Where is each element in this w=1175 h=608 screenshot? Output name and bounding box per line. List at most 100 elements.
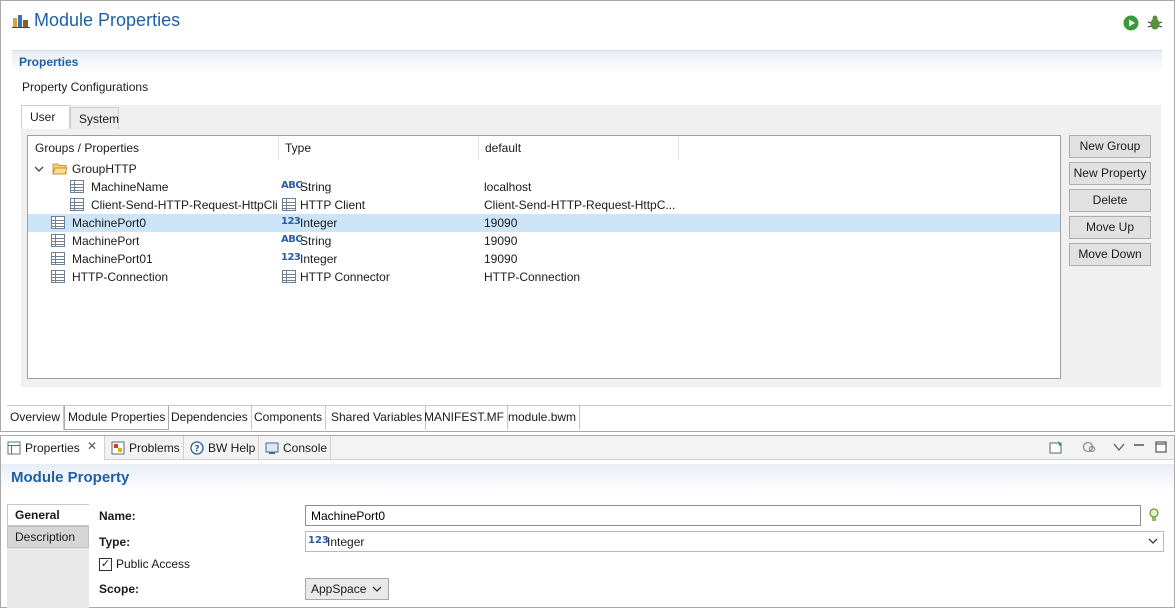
debug-icon[interactable] (1146, 14, 1164, 32)
tree-row-type: Integer (300, 252, 338, 266)
scope-label: Scope: (99, 582, 140, 596)
help-icon: ? (190, 441, 204, 455)
column-divider[interactable] (278, 136, 279, 160)
tab-description[interactable]: Description (7, 526, 89, 548)
tree-row-name: Client-Send-HTTP-Request-HttpCli (91, 198, 278, 212)
properties-section-header: Properties (12, 50, 1162, 74)
tab-general[interactable]: General (7, 504, 89, 526)
move-down-button[interactable]: Move Down (1069, 243, 1151, 266)
tree-row-type: HTTP Connector (300, 270, 390, 284)
view-tab-bar: Properties ✕ Problems ? BW Help Console (1, 436, 1174, 460)
move-up-button[interactable]: Move Up (1069, 216, 1151, 239)
tree-row-default: Client-Send-HTTP-Request-HttpC... (484, 198, 676, 212)
property-icon (70, 180, 84, 193)
tab-console[interactable]: Console (259, 436, 331, 460)
tab-user[interactable]: User (21, 105, 70, 129)
view-menu-icon[interactable] (1112, 440, 1126, 454)
page-title: Module Properties (34, 10, 181, 30)
tab-shared-variables[interactable]: Shared Variables (328, 406, 427, 430)
tab-problems[interactable]: Problems (105, 436, 184, 460)
tree-row[interactable]: MachineName ABC String localhost (28, 178, 1060, 196)
tree-row[interactable]: HTTP-Connection HTTP Connector HTTP-Conn… (28, 268, 1060, 286)
module-properties-editor: Module Properties Properties Property Co… (0, 0, 1175, 432)
scope-dropdown[interactable]: AppSpace (305, 578, 389, 600)
close-icon[interactable]: ✕ (87, 439, 97, 453)
property-icon (51, 234, 65, 247)
column-header-default[interactable]: default (485, 141, 521, 155)
editor-header: Module Properties (1, 1, 1174, 41)
tree-row-default: HTTP-Connection (484, 270, 581, 284)
property-title: Module Property (11, 469, 130, 486)
tab-overview[interactable]: Overview (7, 406, 65, 430)
property-icon (51, 270, 65, 283)
column-header-groups[interactable]: Groups / Properties (35, 141, 139, 155)
section-title: Properties (19, 55, 79, 69)
property-tree[interactable]: Groups / Properties Type default GroupHT… (27, 135, 1061, 379)
tab-system[interactable]: System (70, 107, 119, 129)
tree-row[interactable]: Client-Send-HTTP-Request-HttpCli HTTP Cl… (28, 196, 1060, 214)
tree-row-type: String (300, 180, 332, 194)
tab-module-properties[interactable]: Module Properties (64, 406, 170, 430)
scope-value: AppSpace (311, 582, 367, 596)
tree-row-default: 19090 (484, 216, 518, 230)
sync-icon[interactable] (1082, 440, 1096, 454)
tab-properties[interactable]: Properties ✕ (1, 436, 105, 460)
svg-text:?: ? (194, 445, 199, 455)
tab-manifest[interactable]: MANIFEST.MF (421, 406, 508, 430)
type-value: Integer (327, 535, 365, 549)
integer-type-icon: 123 (281, 216, 301, 227)
tree-row-default: 19090 (484, 234, 518, 248)
property-icon (70, 198, 84, 211)
integer-type-icon: 123 (281, 252, 301, 263)
new-group-button[interactable]: New Group (1069, 135, 1151, 158)
tab-bw-help[interactable]: ? BW Help (184, 436, 259, 460)
folder-open-icon (52, 163, 68, 175)
http-client-type-icon (282, 198, 296, 211)
name-field[interactable] (305, 505, 1141, 526)
tree-row-selected[interactable]: MachinePort0 123 Integer 19090 (28, 214, 1060, 232)
chevron-down-icon (372, 586, 382, 592)
public-access-checkbox[interactable]: ✓ (99, 558, 112, 571)
tree-row-type: Integer (300, 216, 338, 230)
module-properties-icon (12, 15, 30, 28)
tree-row[interactable]: MachinePort ABC String 19090 (28, 232, 1060, 250)
tab-dependencies[interactable]: Dependencies (168, 406, 252, 430)
chevron-down-icon[interactable] (34, 164, 44, 174)
tree-row-name: GroupHTTP (72, 162, 137, 176)
tree-row-name: HTTP-Connection (72, 270, 169, 284)
section-description: Property Configurations (22, 80, 149, 94)
console-icon (265, 442, 279, 454)
tree-row-name: MachinePort (72, 234, 140, 248)
name-label: Name: (99, 509, 136, 523)
type-dropdown[interactable]: 123 Integer (305, 531, 1164, 552)
minimize-icon[interactable] (1132, 440, 1146, 454)
problems-icon (111, 441, 125, 455)
tab-components[interactable]: Components (251, 406, 327, 430)
column-header-type[interactable]: Type (285, 141, 311, 155)
property-side-tabs: General Description (7, 504, 89, 608)
properties-view: Properties ✕ Problems ? BW Help Console (0, 435, 1175, 608)
tab-label: Properties (25, 441, 80, 455)
tree-row-default: localhost (484, 180, 532, 194)
tree-row-name: MachinePort0 (72, 216, 147, 230)
chevron-down-icon (1148, 538, 1158, 544)
tree-row[interactable]: MachinePort01 123 Integer 19090 (28, 250, 1060, 268)
column-divider[interactable] (678, 136, 679, 160)
tab-module-bwm[interactable]: module.bwm (505, 406, 581, 430)
tree-row-group[interactable]: GroupHTTP (28, 160, 1060, 178)
maximize-icon[interactable] (1154, 440, 1168, 454)
new-property-button[interactable]: New Property (1069, 162, 1151, 185)
tree-header: Groups / Properties Type default (28, 136, 1060, 160)
lightbulb-icon[interactable] (1147, 507, 1161, 523)
integer-type-icon: 123 (308, 535, 329, 546)
tree-row-name: MachineName (91, 180, 169, 194)
tab-label: Problems (129, 441, 180, 455)
run-icon[interactable] (1123, 15, 1139, 31)
delete-button[interactable]: Delete (1069, 189, 1151, 212)
tree-row-default: 19090 (484, 252, 518, 266)
type-label: Type: (99, 535, 131, 549)
editor-page-tabs: Overview Module Properties Dependencies … (7, 405, 1172, 430)
pin-view-icon[interactable] (1049, 440, 1063, 454)
tree-row-type: HTTP Client (300, 198, 366, 212)
column-divider[interactable] (478, 136, 479, 160)
